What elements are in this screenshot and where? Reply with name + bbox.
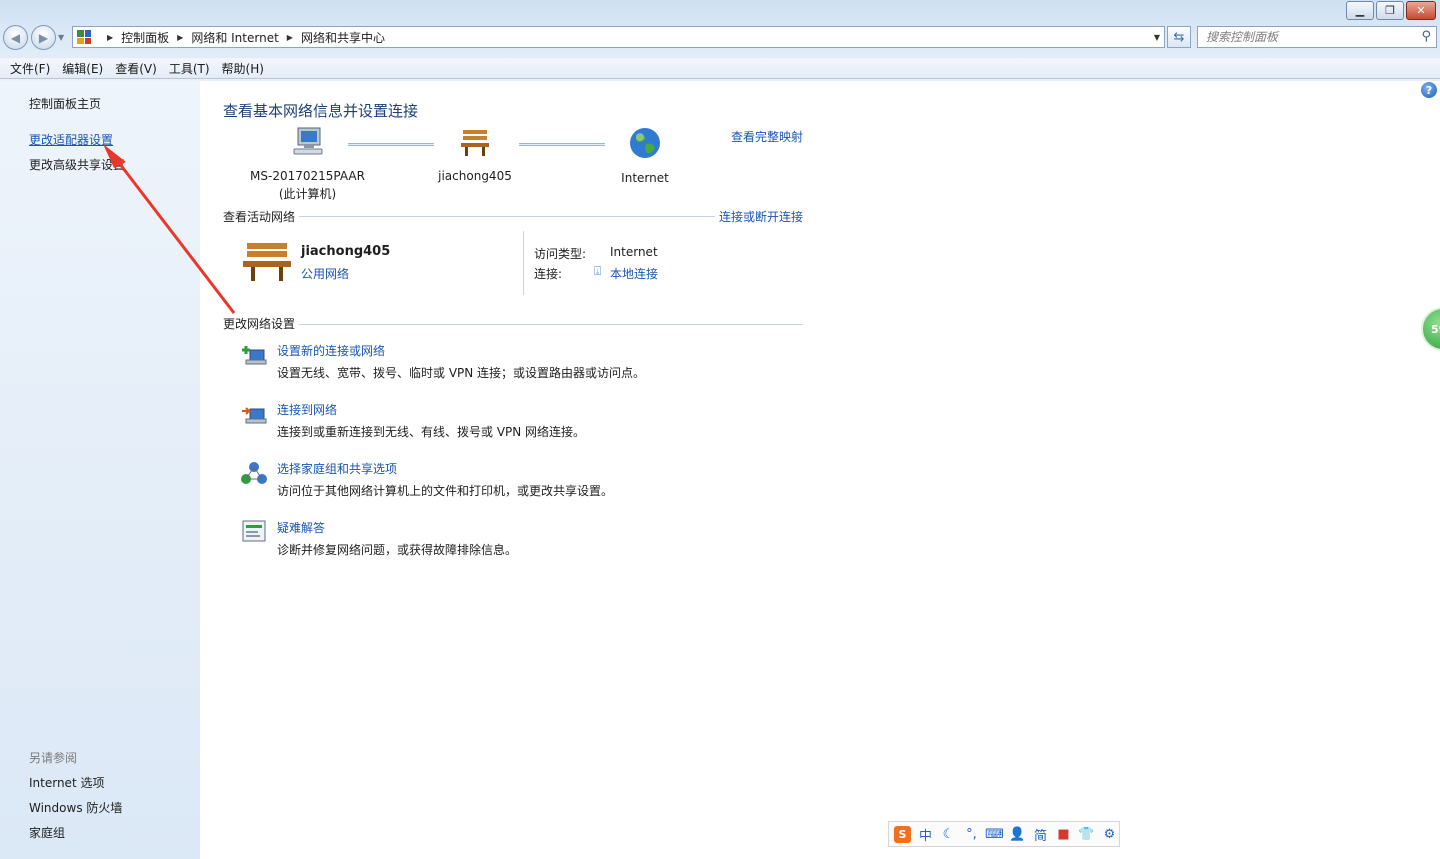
active-network-name: jiachong405 bbox=[301, 244, 391, 259]
breadcrumb-arrow-icon[interactable]: ▶ bbox=[107, 33, 113, 42]
menu-view[interactable]: 查看(V) bbox=[109, 60, 163, 77]
windows-firewall-link[interactable]: Windows 防火墙 bbox=[29, 799, 122, 816]
access-type-label: 访问类型: bbox=[534, 247, 587, 261]
task-description: 连接到或重新连接到无线、有线、拨号或 VPN 网络连接。 bbox=[277, 425, 586, 439]
connection-line bbox=[519, 143, 605, 146]
connection-line bbox=[348, 143, 434, 146]
recent-pages-dropdown[interactable]: ▼ bbox=[58, 33, 64, 42]
see-also-heading: 另请参阅 bbox=[29, 751, 78, 765]
maximize-button[interactable]: ❐ bbox=[1376, 1, 1404, 20]
homegroup-icon bbox=[241, 462, 267, 484]
task-troubleshoot[interactable]: 疑难解答 诊断并修复网络问题，或获得故障排除信息。 bbox=[240, 519, 800, 559]
ime-video-icon[interactable]: ■ bbox=[1055, 826, 1072, 843]
task-description: 访问位于其他网络计算机上的文件和打印机，或更改共享设置。 bbox=[277, 484, 614, 498]
task-description: 诊断并修复网络问题，或获得故障排除信息。 bbox=[277, 543, 518, 557]
window-controls: ▁ ❐ ✕ bbox=[1346, 1, 1436, 20]
ime-settings-icon[interactable]: ⚙ bbox=[1101, 826, 1118, 843]
back-button[interactable]: ◀ bbox=[3, 25, 28, 50]
breadcrumb-arrow-icon[interactable]: ▶ bbox=[287, 33, 293, 42]
menu-tools[interactable]: 工具(T) bbox=[163, 60, 216, 77]
left-pane: 控制面板主页 更改适配器设置 更改高级共享设置 另请参阅 Internet 选项… bbox=[0, 81, 200, 859]
ime-language[interactable]: 中 bbox=[917, 826, 934, 844]
new-connection-icon bbox=[242, 346, 267, 365]
computer-icon bbox=[293, 127, 322, 155]
section-divider bbox=[223, 324, 803, 325]
bench-icon bbox=[243, 243, 291, 281]
task-description: 设置无线、宽带、拨号、临时或 VPN 连接；或设置路由器或访问点。 bbox=[277, 366, 646, 380]
task-new-connection[interactable]: 设置新的连接或网络 设置无线、宽带、拨号、临时或 VPN 连接；或设置路由器或访… bbox=[240, 342, 800, 382]
breadcrumb-network-sharing-center[interactable]: 网络和共享中心 bbox=[301, 29, 385, 46]
change-adapter-settings-link[interactable]: 更改适配器设置 bbox=[29, 131, 113, 148]
floating-widget[interactable]: 59 bbox=[1421, 307, 1440, 351]
bench-icon bbox=[461, 130, 489, 156]
computer-subtitle: (此计算机) bbox=[278, 187, 337, 201]
router-name: jiachong405 bbox=[438, 169, 512, 183]
control-panel-icon bbox=[77, 30, 91, 44]
ethernet-icon: ⍗ bbox=[594, 264, 602, 278]
change-settings-heading: 更改网络设置 bbox=[223, 315, 300, 332]
network-type-link[interactable]: 公用网络 bbox=[301, 265, 349, 282]
menu-file[interactable]: 文件(F) bbox=[4, 60, 56, 77]
close-button[interactable]: ✕ bbox=[1406, 1, 1436, 20]
ime-toolbar: S 中 ☾ °, ⌨ 👤 简 ■ 👕 ⚙ bbox=[888, 821, 1120, 847]
floating-widget-value: 59 bbox=[1431, 322, 1440, 336]
window-chrome: ▁ ❐ ✕ ◀ ▶ ▼ ▶ 控制面板 ▶ 网络和 Internet ▶ 网络和共… bbox=[0, 0, 1440, 81]
menu-edit[interactable]: 编辑(E) bbox=[56, 60, 109, 77]
search-input[interactable] bbox=[1206, 30, 1406, 44]
menu-bar: 文件(F) 编辑(E) 查看(V) 工具(T) 帮助(H) bbox=[0, 58, 1440, 79]
breadcrumb-control-panel[interactable]: 控制面板 bbox=[121, 29, 169, 46]
menu-help[interactable]: 帮助(H) bbox=[216, 60, 270, 77]
help-icon[interactable]: ? bbox=[1421, 82, 1437, 98]
homegroup-link[interactable]: 家庭组 bbox=[29, 824, 65, 841]
globe-icon bbox=[630, 128, 660, 158]
ime-simplified[interactable]: 简 bbox=[1032, 826, 1049, 844]
access-type-value: Internet bbox=[610, 245, 658, 259]
breadcrumb-network-internet[interactable]: 网络和 Internet bbox=[191, 29, 278, 46]
ime-punctuation-icon[interactable]: °, bbox=[963, 826, 980, 843]
internet-options-link[interactable]: Internet 选项 bbox=[29, 774, 104, 791]
connection-label: 连接: bbox=[534, 267, 563, 281]
refresh-button[interactable]: ⇆ bbox=[1167, 26, 1191, 48]
connect-network-icon bbox=[242, 407, 267, 424]
network-node-internet: Internet bbox=[605, 126, 685, 185]
computer-name: MS-20170215PAAR bbox=[250, 169, 365, 183]
task-title[interactable]: 疑难解答 bbox=[277, 519, 325, 536]
search-box[interactable]: ⚲ bbox=[1197, 26, 1437, 48]
ime-moon-icon[interactable]: ☾ bbox=[940, 826, 957, 843]
view-full-map-link[interactable]: 查看完整映射 bbox=[731, 128, 803, 145]
task-title[interactable]: 连接到网络 bbox=[277, 401, 337, 418]
network-node-router: jiachong405 bbox=[425, 126, 525, 183]
change-advanced-sharing-link[interactable]: 更改高级共享设置 bbox=[29, 156, 125, 173]
breadcrumb-arrow-icon[interactable]: ▶ bbox=[177, 33, 183, 42]
minimize-button[interactable]: ▁ bbox=[1346, 1, 1374, 20]
ime-skin-icon[interactable]: 👕 bbox=[1078, 826, 1095, 843]
vertical-divider bbox=[523, 231, 524, 295]
forward-button[interactable]: ▶ bbox=[31, 25, 56, 50]
task-title[interactable]: 选择家庭组和共享选项 bbox=[277, 460, 397, 477]
control-panel-home-link[interactable]: 控制面板主页 bbox=[29, 95, 101, 112]
ime-keyboard-icon[interactable]: ⌨ bbox=[985, 826, 1004, 843]
active-network-heading: 查看活动网络 bbox=[223, 208, 300, 225]
network-node-computer: MS-20170215PAAR (此计算机) bbox=[245, 126, 370, 202]
task-connect-network[interactable]: 连接到网络 连接到或重新连接到无线、有线、拨号或 VPN 网络连接。 bbox=[240, 401, 800, 441]
internet-label: Internet bbox=[621, 171, 669, 185]
task-homegroup[interactable]: 选择家庭组和共享选项 访问位于其他网络计算机上的文件和打印机，或更改共享设置。 bbox=[240, 460, 800, 500]
page-title: 查看基本网络信息并设置连接 bbox=[223, 102, 419, 120]
address-dropdown-icon[interactable]: ▼ bbox=[1154, 33, 1160, 42]
search-icon[interactable]: ⚲ bbox=[1421, 29, 1431, 44]
connect-disconnect-link[interactable]: 连接或断开连接 bbox=[715, 208, 804, 225]
ime-logo-icon[interactable]: S bbox=[894, 825, 911, 843]
address-bar[interactable]: ▶ 控制面板 ▶ 网络和 Internet ▶ 网络和共享中心 ▼ bbox=[72, 26, 1165, 48]
task-title[interactable]: 设置新的连接或网络 bbox=[277, 342, 385, 359]
local-connection-link[interactable]: 本地连接 bbox=[610, 265, 658, 282]
ime-user-icon[interactable]: 👤 bbox=[1009, 826, 1026, 843]
troubleshoot-icon bbox=[242, 520, 266, 542]
